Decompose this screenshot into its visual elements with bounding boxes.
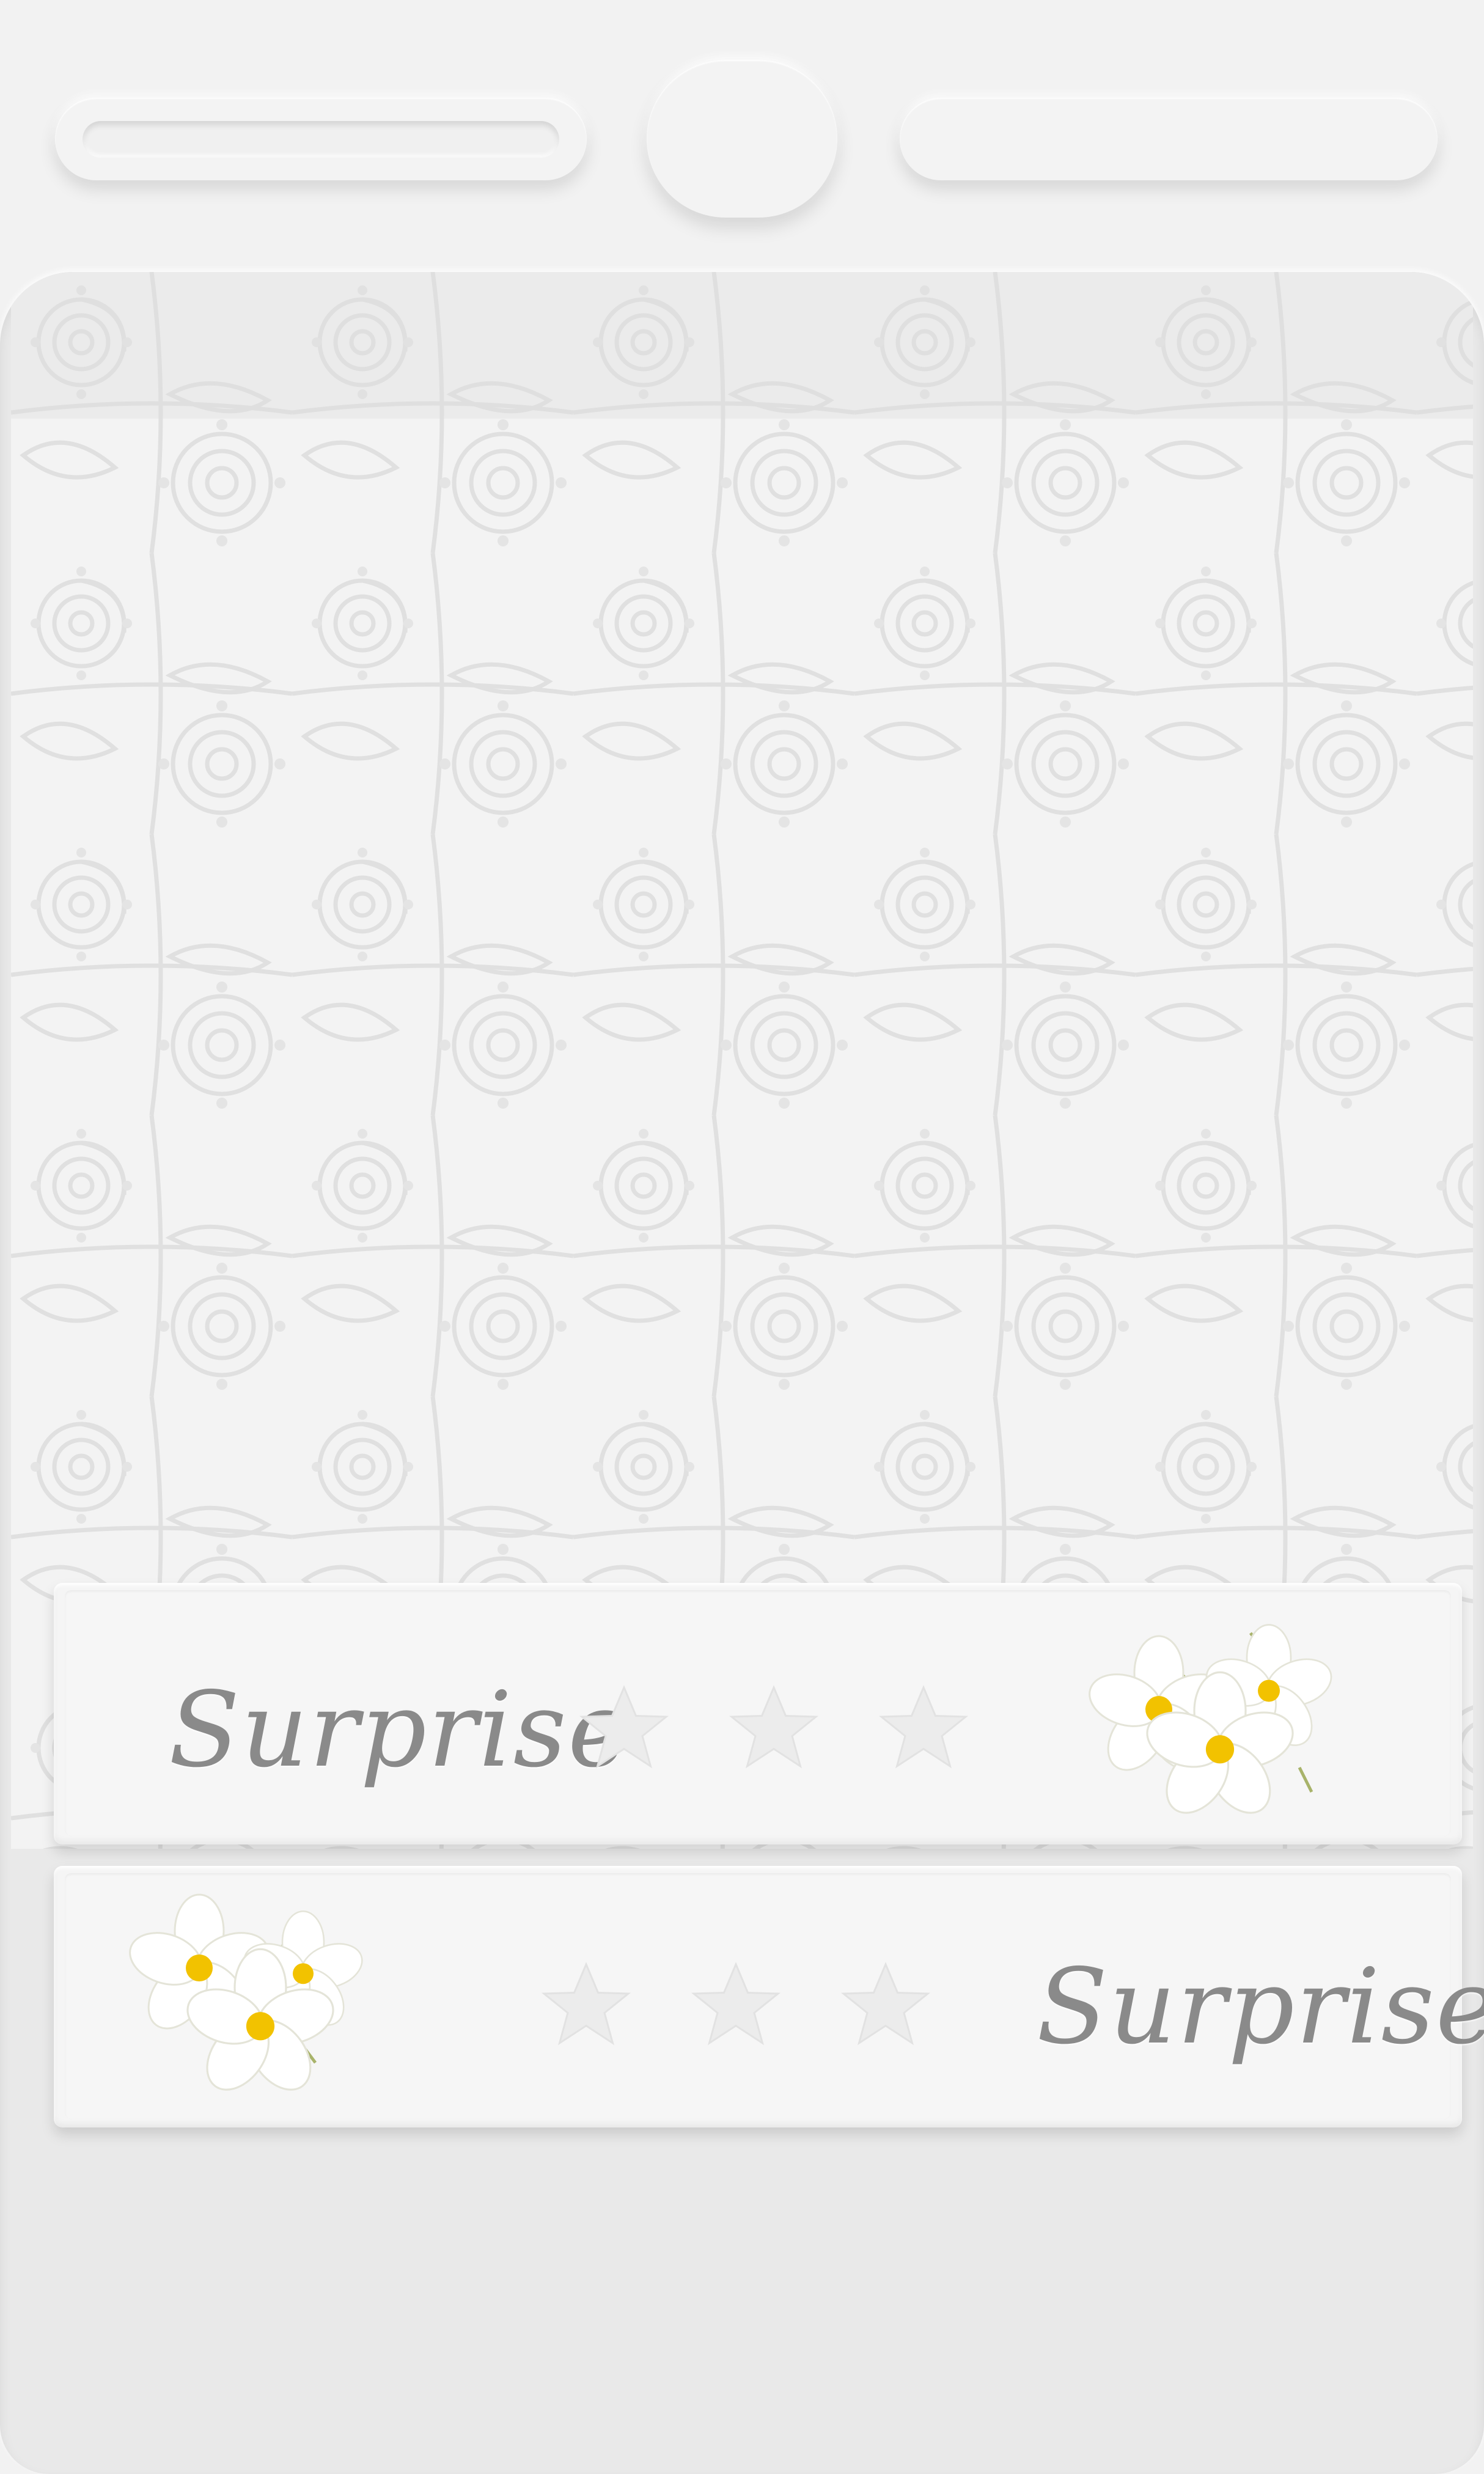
star-icon[interactable] [728,1682,820,1774]
star-icon[interactable] [840,1959,931,2050]
white-plumeria-flowers-icon [1089,1624,1332,1814]
main-card [0,272,1484,2474]
left-pill-track [83,121,559,158]
pattern-top-shade [11,272,1473,419]
card-row-1-surface: Surprise [65,1590,1451,1836]
star-icon[interactable] [690,1959,782,2050]
star-rating[interactable] [578,1682,969,1774]
card-label: Surprise [1037,1947,1484,2068]
left-pill-control[interactable] [55,98,587,180]
card-row-1[interactable]: Surprise [54,1583,1462,1844]
top-control-bar [0,0,1484,257]
star-icon[interactable] [578,1682,670,1774]
star-icon[interactable] [540,1959,632,2050]
card-row-2-surface: Surprise [65,1873,1484,2119]
card-row-2[interactable]: Surprise [54,1866,1484,2127]
star-rating[interactable] [540,1959,931,2050]
center-round-button[interactable] [647,60,837,218]
right-pill-button[interactable] [900,98,1438,180]
star-icon[interactable] [878,1682,969,1774]
white-plumeria-flowers-icon [129,1893,363,2091]
card-label: Surprise [169,1670,631,1791]
